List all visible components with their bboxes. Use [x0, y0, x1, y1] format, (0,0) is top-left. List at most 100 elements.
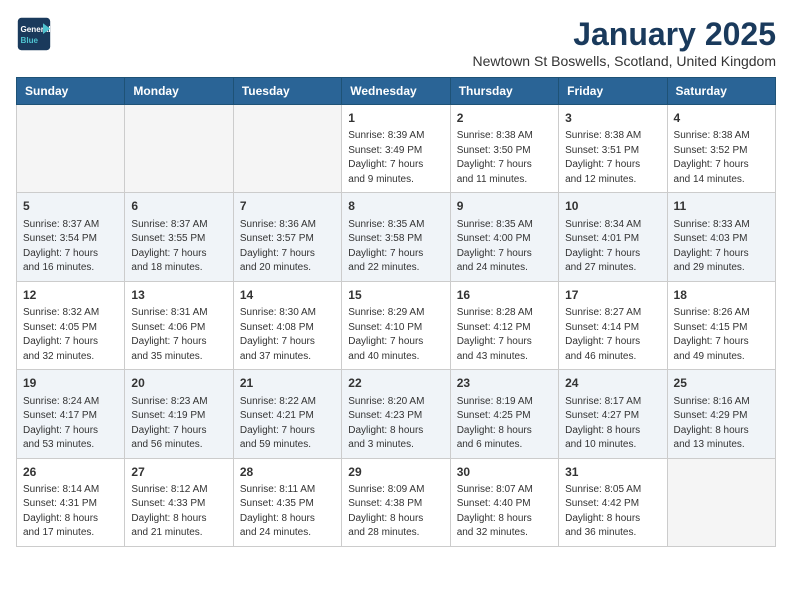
calendar-table: SundayMondayTuesdayWednesdayThursdayFrid… — [16, 77, 776, 547]
day-number: 25 — [674, 375, 769, 392]
day-cell: 9Sunrise: 8:35 AM Sunset: 4:00 PM Daylig… — [450, 193, 558, 281]
day-number: 30 — [457, 464, 552, 481]
day-cell: 16 Sunrise: 8:28 AM Sunset: 4:12 PM Dayli… — [450, 281, 558, 369]
header-cell-wednesday: Wednesday — [342, 78, 450, 105]
day-number: 4 — [674, 110, 769, 127]
day-number: 23 — [457, 375, 552, 392]
day-number: 24 — [565, 375, 660, 392]
day-number: 6 — [131, 198, 226, 215]
day-cell: 6 Sunrise: 8:37 AM Sunset: 3:55 PM Daylig… — [125, 193, 233, 281]
location-subtitle: Newtown St Boswells, Scotland, United Ki… — [473, 53, 776, 69]
day-cell: 22 Sunrise: 8:20 AM Sunset: 4:23 PM Dayli… — [342, 370, 450, 458]
day-cell: 12Sunrise: 8:32 AM Sunset: 4:05 PM Dayli… — [17, 281, 125, 369]
day-cell: 5 Sunrise: 8:37 AM Sunset: 3:54 PM Daylig… — [17, 193, 125, 281]
day-number: 17 — [565, 287, 660, 304]
day-cell: 26 Sunrise: 8:14 AM Sunset: 4:31 PM Dayli… — [17, 458, 125, 546]
calendar-header: SundayMondayTuesdayWednesdayThursdayFrid… — [17, 78, 776, 105]
day-info: Sunrise: 8:26 AM Sunset: 4:15 PM Dayligh… — [674, 306, 769, 364]
day-cell: 4Sunrise: 8:38 AM Sunset: 3:52 PM Daylig… — [667, 105, 775, 193]
day-number: 31 — [565, 464, 660, 481]
header-cell-friday: Friday — [559, 78, 667, 105]
header-cell-monday: Monday — [125, 78, 233, 105]
day-number: 13 — [131, 287, 226, 304]
page-header: General Blue January 2025 Newtown St Bos… — [16, 16, 776, 69]
day-info: Sunrise: 8:36 AM Sunset: 3:57 PM Dayligh… — [240, 218, 335, 276]
day-info: Sunrise: 8:37 AM Sunset: 3:54 PM Dayligh… — [23, 218, 118, 276]
day-info: Sunrise: 8:38 AM Sunset: 3:50 PM Dayligh… — [457, 129, 552, 187]
day-info: Sunrise: 8:28 AM Sunset: 4:12 PM Dayligh… — [457, 306, 552, 364]
day-info: Sunrise: 8:19 AM Sunset: 4:25 PM Dayligh… — [457, 395, 552, 453]
day-info: Sunrise: 8:22 AM Sunset: 4:21 PM Dayligh… — [240, 395, 335, 453]
day-cell: 3 Sunrise: 8:38 AM Sunset: 3:51 PM Daylig… — [559, 105, 667, 193]
day-cell: 24 Sunrise: 8:17 AM Sunset: 4:27 PM Dayli… — [559, 370, 667, 458]
day-info: Sunrise: 8:38 AM Sunset: 3:51 PM Dayligh… — [565, 129, 660, 187]
day-info: Sunrise: 8:35 AM Sunset: 3:58 PM Dayligh… — [348, 218, 443, 276]
day-number: 19 — [23, 375, 118, 392]
day-number: 21 — [240, 375, 335, 392]
day-cell — [233, 105, 341, 193]
day-info: Sunrise: 8:12 AM Sunset: 4:33 PM Dayligh… — [131, 483, 226, 541]
day-number: 22 — [348, 375, 443, 392]
day-cell: 25 Sunrise: 8:16 AM Sunset: 4:29 PM Dayli… — [667, 370, 775, 458]
day-info: Sunrise: 8:30 AM Sunset: 4:08 PM Dayligh… — [240, 306, 335, 364]
header-row: SundayMondayTuesdayWednesdayThursdayFrid… — [17, 78, 776, 105]
day-info: Sunrise: 8:31 AM Sunset: 4:06 PM Dayligh… — [131, 306, 226, 364]
day-info: Sunrise: 8:23 AM Sunset: 4:19 PM Dayligh… — [131, 395, 226, 453]
month-title: January 2025 — [473, 16, 776, 53]
day-info: Sunrise: 8:27 AM Sunset: 4:14 PM Dayligh… — [565, 306, 660, 364]
day-cell: 20 Sunrise: 8:23 AM Sunset: 4:19 PM Dayli… — [125, 370, 233, 458]
day-number: 12 — [23, 287, 118, 304]
logo: General Blue — [16, 16, 52, 52]
day-info: Sunrise: 8:33 AM Sunset: 4:03 PM Dayligh… — [674, 218, 769, 276]
day-info: Sunrise: 8:24 AM Sunset: 4:17 PM Dayligh… — [23, 395, 118, 453]
day-cell — [125, 105, 233, 193]
day-info: Sunrise: 8:09 AM Sunset: 4:38 PM Dayligh… — [348, 483, 443, 541]
day-cell: 2 Sunrise: 8:38 AM Sunset: 3:50 PM Daylig… — [450, 105, 558, 193]
day-cell: 11 Sunrise: 8:33 AM Sunset: 4:03 PM Dayli… — [667, 193, 775, 281]
week-row-3: 12Sunrise: 8:32 AM Sunset: 4:05 PM Dayli… — [17, 281, 776, 369]
logo-icon: General Blue — [16, 16, 52, 52]
day-info: Sunrise: 8:17 AM Sunset: 4:27 PM Dayligh… — [565, 395, 660, 453]
day-number: 3 — [565, 110, 660, 127]
day-number: 2 — [457, 110, 552, 127]
day-info: Sunrise: 8:37 AM Sunset: 3:55 PM Dayligh… — [131, 218, 226, 276]
day-cell: 31 Sunrise: 8:05 AM Sunset: 4:42 PM Dayli… — [559, 458, 667, 546]
day-cell: 29 Sunrise: 8:09 AM Sunset: 4:38 PM Dayli… — [342, 458, 450, 546]
day-cell: 10Sunrise: 8:34 AM Sunset: 4:01 PM Dayli… — [559, 193, 667, 281]
week-row-2: 5 Sunrise: 8:37 AM Sunset: 3:54 PM Daylig… — [17, 193, 776, 281]
day-number: 20 — [131, 375, 226, 392]
title-block: January 2025 Newtown St Boswells, Scotla… — [473, 16, 776, 69]
day-info: Sunrise: 8:16 AM Sunset: 4:29 PM Dayligh… — [674, 395, 769, 453]
day-cell — [667, 458, 775, 546]
day-number: 11 — [674, 198, 769, 215]
day-info: Sunrise: 8:29 AM Sunset: 4:10 PM Dayligh… — [348, 306, 443, 364]
day-number: 5 — [23, 198, 118, 215]
day-cell: 1Sunrise: 8:39 AM Sunset: 3:49 PM Daylig… — [342, 105, 450, 193]
day-info: Sunrise: 8:11 AM Sunset: 4:35 PM Dayligh… — [240, 483, 335, 541]
day-number: 26 — [23, 464, 118, 481]
day-number: 16 — [457, 287, 552, 304]
header-cell-tuesday: Tuesday — [233, 78, 341, 105]
day-cell: 23 Sunrise: 8:19 AM Sunset: 4:25 PM Dayli… — [450, 370, 558, 458]
day-cell: 7Sunrise: 8:36 AM Sunset: 3:57 PM Daylig… — [233, 193, 341, 281]
day-number: 29 — [348, 464, 443, 481]
day-info: Sunrise: 8:35 AM Sunset: 4:00 PM Dayligh… — [457, 218, 552, 276]
day-info: Sunrise: 8:20 AM Sunset: 4:23 PM Dayligh… — [348, 395, 443, 453]
header-cell-saturday: Saturday — [667, 78, 775, 105]
header-cell-thursday: Thursday — [450, 78, 558, 105]
day-cell: 18Sunrise: 8:26 AM Sunset: 4:15 PM Dayli… — [667, 281, 775, 369]
day-number: 14 — [240, 287, 335, 304]
day-info: Sunrise: 8:14 AM Sunset: 4:31 PM Dayligh… — [23, 483, 118, 541]
week-row-1: 1Sunrise: 8:39 AM Sunset: 3:49 PM Daylig… — [17, 105, 776, 193]
day-number: 27 — [131, 464, 226, 481]
day-cell: 19 Sunrise: 8:24 AM Sunset: 4:17 PM Dayli… — [17, 370, 125, 458]
day-cell: 15Sunrise: 8:29 AM Sunset: 4:10 PM Dayli… — [342, 281, 450, 369]
svg-text:Blue: Blue — [21, 36, 39, 45]
day-info: Sunrise: 8:05 AM Sunset: 4:42 PM Dayligh… — [565, 483, 660, 541]
day-cell: 17 Sunrise: 8:27 AM Sunset: 4:14 PM Dayli… — [559, 281, 667, 369]
day-info: Sunrise: 8:07 AM Sunset: 4:40 PM Dayligh… — [457, 483, 552, 541]
day-info: Sunrise: 8:34 AM Sunset: 4:01 PM Dayligh… — [565, 218, 660, 276]
day-cell: 27 Sunrise: 8:12 AM Sunset: 4:33 PM Dayli… — [125, 458, 233, 546]
day-info: Sunrise: 8:39 AM Sunset: 3:49 PM Dayligh… — [348, 129, 443, 187]
day-cell: 28Sunrise: 8:11 AM Sunset: 4:35 PM Dayli… — [233, 458, 341, 546]
